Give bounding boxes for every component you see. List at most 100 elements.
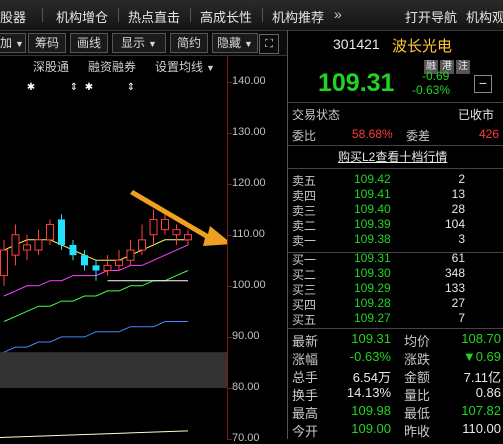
top-nav-bar: 股器 机构增仓 热点直击 高成长性 机构推荐 » 打开导航 机构观点 [0, 0, 503, 31]
ask-row[interactable]: 卖一 109.38 3 [288, 232, 503, 251]
candle-body [23, 244, 31, 251]
candle-body [69, 244, 77, 256]
book-price: 109.31 [354, 251, 391, 265]
expand-icon[interactable]: ⛶ [259, 34, 279, 54]
weicha-label: 委差 [406, 129, 431, 143]
candle-body [184, 234, 192, 241]
stat-value: 7.11亿 [463, 370, 501, 385]
candle-body [115, 259, 123, 266]
stat-label: 最低 [404, 406, 431, 421]
stat-label: 换手 [292, 388, 319, 403]
weibi-value: 58.68% [352, 127, 393, 141]
stat-label: 今开 [292, 424, 319, 439]
toolbar-button-label: 隐藏 [217, 36, 242, 50]
l2-link-text[interactable]: 购买L2查看十档行情 [338, 148, 447, 165]
candle-body [172, 229, 181, 236]
l2-link[interactable]: 购买L2查看十档行情 [288, 148, 503, 167]
candle-body [103, 264, 112, 271]
stat-label: 量比 [404, 388, 431, 403]
nav-item-6[interactable]: 机构观点 [466, 7, 503, 26]
last-price: 109.31 [318, 69, 395, 97]
stat-value: 110.00 [462, 421, 501, 436]
caret-down-icon: ▼ [148, 39, 157, 49]
book-volume: 104 [444, 217, 465, 231]
stat-row: 今开 109.00 昨收 110.00 [288, 421, 503, 440]
price-change-pct: -0.63% [412, 83, 451, 97]
double-chevron-right-icon[interactable]: » [334, 6, 342, 22]
stat-value: 109.00 [351, 421, 391, 436]
stat-row: 最新 109.31 均价 108.70 [288, 331, 503, 350]
chart-toolbar: 加 ▼ 筹码 画线 显示 ▼ 简约 隐藏 ▼ ⛶ [0, 31, 287, 56]
candle [34, 229, 43, 256]
quote-panel: 301421 波长光电 融港注 109.31 -0.69 -0.63% − 交易… [288, 31, 503, 439]
candle-body [46, 224, 54, 241]
candle [103, 255, 112, 276]
candle-body [34, 239, 43, 251]
y-tick-label: 140.00 [232, 74, 266, 87]
nav-item-4[interactable]: 机构推荐 [272, 7, 324, 26]
stat-label: 最新 [292, 334, 319, 349]
toolbar-button-3[interactable]: 显示 ▼ [112, 33, 166, 53]
book-label: 卖一 [292, 234, 317, 248]
toolbar-button-4[interactable]: 简约 [170, 33, 208, 53]
toolbar-button-2[interactable]: 画线 [70, 33, 108, 53]
ma-line-3 [3, 321, 188, 353]
divider [288, 102, 503, 103]
nav-item-0[interactable]: 股器 [0, 7, 26, 26]
candle [115, 250, 123, 271]
annotation-arrow [130, 190, 227, 246]
toolbar-button-0[interactable]: 加 ▼ [0, 33, 26, 53]
book-volume: 28 [451, 202, 465, 216]
stat-label: 涨幅 [292, 352, 319, 367]
toolbar-button-label: 加 [0, 36, 13, 50]
stat-value: 6.54万 [352, 370, 391, 385]
stat-value: 109.31 [351, 331, 391, 346]
book-price: 109.42 [354, 172, 391, 186]
book-volume: 3 [458, 232, 465, 246]
y-tick-label: 110.00 [232, 227, 265, 240]
book-volume: 13 [451, 187, 465, 201]
stat-value: 107.82 [461, 403, 501, 418]
nav-item-2[interactable]: 热点直击 [128, 7, 180, 26]
candle-body [0, 249, 8, 277]
candle-body [58, 219, 65, 245]
book-volume: 2 [458, 172, 465, 186]
stat-row: 换手 14.13% 量比 0.86 [288, 385, 503, 404]
candle-body [138, 239, 146, 251]
book-label: 买五 [292, 313, 317, 327]
volume-band [0, 352, 227, 388]
book-volume: 61 [451, 251, 465, 265]
chart-canvas: ✱ ⇕ ✱ ⇕ [0, 82, 227, 438]
candle [69, 239, 77, 261]
y-tick-label: 70.00 [232, 432, 260, 444]
candle [0, 239, 8, 286]
book-price: 109.38 [354, 232, 391, 246]
book-price: 109.40 [354, 202, 391, 216]
book-volume: 133 [444, 281, 465, 295]
nav-item-5[interactable]: 打开导航 [405, 7, 457, 26]
nav-item-1[interactable]: 机构增仓 [56, 7, 108, 26]
nav-item-3[interactable]: 高成长性 [200, 7, 252, 26]
book-volume: 27 [451, 296, 465, 310]
toolbar-button-5[interactable]: 隐藏 ▼ [212, 33, 258, 53]
stat-value: ▼0.69 [462, 349, 501, 364]
minus-icon[interactable]: − [474, 75, 492, 93]
kline-chart[interactable]: 深股通 融资融券 设置均线 ▼ ✱ ⇕ ✱ ⇕ 140.00 130.00 120.00 11… [0, 56, 287, 444]
candle [172, 224, 181, 245]
caret-down-icon: ▼ [244, 39, 253, 49]
status-value: 已收市 [458, 108, 495, 122]
candle [149, 209, 158, 245]
tag-zhu: 注 [456, 60, 470, 74]
candle [126, 239, 135, 266]
stat-value: 14.13% [346, 385, 391, 400]
candle [23, 234, 31, 261]
double-arrow-marker: ⇕ [127, 82, 135, 93]
lower-trend-line [0, 430, 189, 438]
book-price: 109.28 [354, 296, 391, 310]
y-axis [227, 56, 228, 439]
candle-body [126, 249, 135, 261]
toolbar-button-1[interactable]: 筹码 [28, 33, 66, 53]
status-label: 交易状态 [292, 108, 341, 122]
stat-label: 总手 [292, 370, 319, 385]
nav-separator [262, 8, 263, 22]
